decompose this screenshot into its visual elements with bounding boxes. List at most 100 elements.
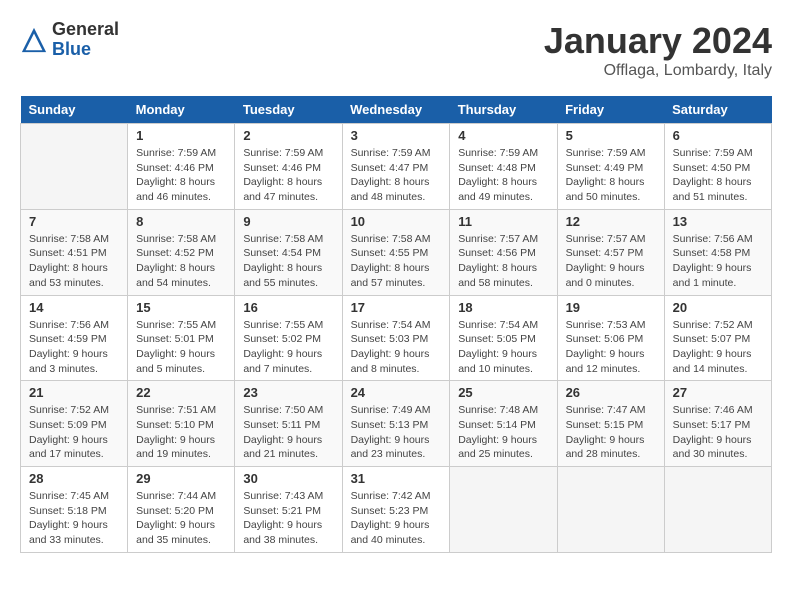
day-info: Sunrise: 7:54 AMSunset: 5:03 PMDaylight:… [351, 318, 442, 377]
day-number: 20 [673, 300, 763, 315]
weekday-header-saturday: Saturday [664, 96, 771, 124]
calendar-cell: 27Sunrise: 7:46 AMSunset: 5:17 PMDayligh… [664, 381, 771, 467]
logo-icon [20, 26, 48, 54]
calendar-week-row: 28 Sunrise: 7:45 AMSunset: 5:18 PMDayligh… [21, 467, 772, 553]
calendar-cell: 3Sunrise: 7:59 AMSunset: 4:47 PMDaylight… [342, 124, 450, 210]
day-info: Sunrise: 7:55 AMSunset: 5:01 PMDaylight:… [136, 318, 226, 377]
calendar-cell: 17 Sunrise: 7:54 AMSunset: 5:03 PMDayligh… [342, 295, 450, 381]
day-info: Sunrise: 7:55 AMSunset: 5:02 PMDaylight:… [243, 318, 333, 377]
calendar-cell: 23 Sunrise: 7:50 AMSunset: 5:11 PMDayligh… [235, 381, 342, 467]
day-number: 9 [243, 214, 333, 229]
calendar-cell: 7 Sunrise: 7:58 AMSunset: 4:51 PMDaylight… [21, 209, 128, 295]
day-number: 6 [673, 128, 763, 143]
day-info: Sunrise: 7:49 AMSunset: 5:13 PMDaylight:… [351, 403, 442, 462]
calendar-cell [557, 467, 664, 553]
day-number: 2 [243, 128, 333, 143]
day-number: 7 [29, 214, 119, 229]
weekday-header-friday: Friday [557, 96, 664, 124]
day-info: Sunrise: 7:46 AMSunset: 5:17 PMDaylight:… [673, 403, 763, 462]
calendar-cell: 12Sunrise: 7:57 AMSunset: 4:57 PMDayligh… [557, 209, 664, 295]
weekday-header-thursday: Thursday [450, 96, 557, 124]
day-number: 4 [458, 128, 548, 143]
day-number: 5 [566, 128, 656, 143]
calendar-week-row: 7 Sunrise: 7:58 AMSunset: 4:51 PMDaylight… [21, 209, 772, 295]
calendar-cell: 5Sunrise: 7:59 AMSunset: 4:49 PMDaylight… [557, 124, 664, 210]
day-number: 28 [29, 471, 119, 486]
weekday-header-row: SundayMondayTuesdayWednesdayThursdayFrid… [21, 96, 772, 124]
calendar-cell: 21 Sunrise: 7:52 AMSunset: 5:09 PMDayligh… [21, 381, 128, 467]
calendar-cell: 8 Sunrise: 7:58 AMSunset: 4:52 PMDaylight… [128, 209, 235, 295]
calendar-cell: 29 Sunrise: 7:44 AMSunset: 5:20 PMDayligh… [128, 467, 235, 553]
calendar-cell: 9 Sunrise: 7:58 AMSunset: 4:54 PMDaylight… [235, 209, 342, 295]
calendar-cell: 26Sunrise: 7:47 AMSunset: 5:15 PMDayligh… [557, 381, 664, 467]
logo-text: General Blue [52, 20, 119, 60]
logo-general: General [52, 20, 119, 40]
calendar-cell: 19Sunrise: 7:53 AMSunset: 5:06 PMDayligh… [557, 295, 664, 381]
day-info: Sunrise: 7:58 AMSunset: 4:54 PMDaylight:… [243, 232, 333, 291]
calendar-cell: 20Sunrise: 7:52 AMSunset: 5:07 PMDayligh… [664, 295, 771, 381]
calendar-week-row: 14Sunrise: 7:56 AMSunset: 4:59 PMDayligh… [21, 295, 772, 381]
day-number: 17 [351, 300, 442, 315]
calendar-cell: 25 Sunrise: 7:48 AMSunset: 5:14 PMDayligh… [450, 381, 557, 467]
day-info: Sunrise: 7:59 AMSunset: 4:48 PMDaylight:… [458, 146, 548, 205]
day-info: Sunrise: 7:52 AMSunset: 5:09 PMDaylight:… [29, 403, 119, 462]
calendar-cell: 1 Sunrise: 7:59 AMSunset: 4:46 PMDaylight… [128, 124, 235, 210]
day-number: 16 [243, 300, 333, 315]
day-number: 24 [351, 385, 442, 400]
calendar-cell: 13 Sunrise: 7:56 AMSunset: 4:58 PMDayligh… [664, 209, 771, 295]
day-info: Sunrise: 7:44 AMSunset: 5:20 PMDaylight:… [136, 489, 226, 548]
calendar-table: SundayMondayTuesdayWednesdayThursdayFrid… [20, 96, 772, 553]
day-number: 21 [29, 385, 119, 400]
day-info: Sunrise: 7:57 AMSunset: 4:56 PMDaylight:… [458, 232, 548, 291]
day-info: Sunrise: 7:53 AMSunset: 5:06 PMDaylight:… [566, 318, 656, 377]
day-info: Sunrise: 7:56 AMSunset: 4:58 PMDaylight:… [673, 232, 763, 291]
day-number: 13 [673, 214, 763, 229]
day-info: Sunrise: 7:50 AMSunset: 5:11 PMDaylight:… [243, 403, 333, 462]
calendar-week-row: 1 Sunrise: 7:59 AMSunset: 4:46 PMDaylight… [21, 124, 772, 210]
calendar-cell: 16 Sunrise: 7:55 AMSunset: 5:02 PMDayligh… [235, 295, 342, 381]
weekday-header-monday: Monday [128, 96, 235, 124]
day-number: 8 [136, 214, 226, 229]
day-info: Sunrise: 7:59 AMSunset: 4:46 PMDaylight:… [136, 146, 226, 205]
calendar-cell: 28 Sunrise: 7:45 AMSunset: 5:18 PMDayligh… [21, 467, 128, 553]
calendar-cell: 11 Sunrise: 7:57 AMSunset: 4:56 PMDayligh… [450, 209, 557, 295]
calendar-cell: 14Sunrise: 7:56 AMSunset: 4:59 PMDayligh… [21, 295, 128, 381]
calendar-cell: 4 Sunrise: 7:59 AMSunset: 4:48 PMDaylight… [450, 124, 557, 210]
day-number: 25 [458, 385, 548, 400]
calendar-cell [664, 467, 771, 553]
day-info: Sunrise: 7:48 AMSunset: 5:14 PMDaylight:… [458, 403, 548, 462]
day-number: 11 [458, 214, 548, 229]
day-info: Sunrise: 7:54 AMSunset: 5:05 PMDaylight:… [458, 318, 548, 377]
day-info: Sunrise: 7:59 AMSunset: 4:50 PMDaylight:… [673, 146, 763, 205]
month-title: January 2024 [544, 20, 772, 62]
day-info: Sunrise: 7:47 AMSunset: 5:15 PMDaylight:… [566, 403, 656, 462]
day-info: Sunrise: 7:51 AMSunset: 5:10 PMDaylight:… [136, 403, 226, 462]
day-number: 22 [136, 385, 226, 400]
day-info: Sunrise: 7:58 AMSunset: 4:52 PMDaylight:… [136, 232, 226, 291]
day-number: 29 [136, 471, 226, 486]
weekday-header-sunday: Sunday [21, 96, 128, 124]
day-number: 15 [136, 300, 226, 315]
weekday-header-tuesday: Tuesday [235, 96, 342, 124]
day-info: Sunrise: 7:58 AMSunset: 4:55 PMDaylight:… [351, 232, 442, 291]
calendar-cell: 30 Sunrise: 7:43 AMSunset: 5:21 PMDayligh… [235, 467, 342, 553]
weekday-header-wednesday: Wednesday [342, 96, 450, 124]
calendar-cell: 24 Sunrise: 7:49 AMSunset: 5:13 PMDayligh… [342, 381, 450, 467]
day-number: 1 [136, 128, 226, 143]
day-number: 3 [351, 128, 442, 143]
day-info: Sunrise: 7:42 AMSunset: 5:23 PMDaylight:… [351, 489, 442, 548]
calendar-cell: 31 Sunrise: 7:42 AMSunset: 5:23 PMDayligh… [342, 467, 450, 553]
day-info: Sunrise: 7:58 AMSunset: 4:51 PMDaylight:… [29, 232, 119, 291]
day-info: Sunrise: 7:45 AMSunset: 5:18 PMDaylight:… [29, 489, 119, 548]
day-number: 23 [243, 385, 333, 400]
calendar-cell [21, 124, 128, 210]
calendar-cell: 2 Sunrise: 7:59 AMSunset: 4:46 PMDaylight… [235, 124, 342, 210]
calendar-cell: 6 Sunrise: 7:59 AMSunset: 4:50 PMDaylight… [664, 124, 771, 210]
day-number: 12 [566, 214, 656, 229]
day-number: 14 [29, 300, 119, 315]
day-number: 30 [243, 471, 333, 486]
day-number: 31 [351, 471, 442, 486]
day-info: Sunrise: 7:59 AMSunset: 4:46 PMDaylight:… [243, 146, 333, 205]
day-info: Sunrise: 7:43 AMSunset: 5:21 PMDaylight:… [243, 489, 333, 548]
calendar-cell [450, 467, 557, 553]
